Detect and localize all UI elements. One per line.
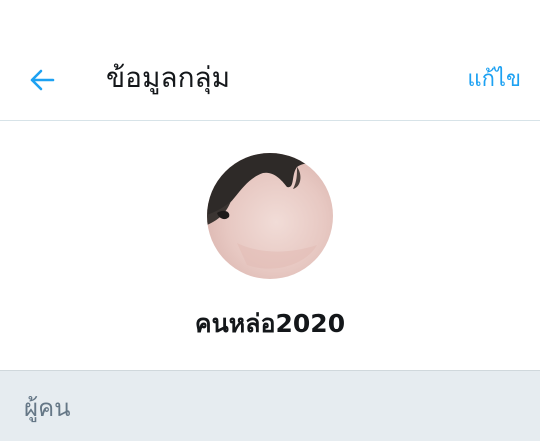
group-name: คนหล่อ2020	[194, 309, 346, 338]
people-section-label: ผู้คน	[24, 394, 71, 422]
group-info-screen: ข้อมูลกลุ่ม แก้ไข คนหล่อ2020 ผู้คน	[0, 0, 540, 441]
arrow-left-icon	[30, 69, 55, 91]
people-section-header: ผู้คน	[0, 370, 540, 441]
page-title: ข้อมูลกลุ่ม	[106, 61, 231, 94]
group-profile: คนหล่อ2020	[0, 121, 540, 370]
group-avatar-image	[207, 153, 333, 279]
edit-button[interactable]: แก้ไข	[467, 64, 521, 96]
back-button[interactable]	[26, 64, 58, 96]
group-avatar[interactable]	[207, 153, 333, 279]
top-app-bar: ข้อมูลกลุ่ม แก้ไข	[0, 0, 540, 121]
